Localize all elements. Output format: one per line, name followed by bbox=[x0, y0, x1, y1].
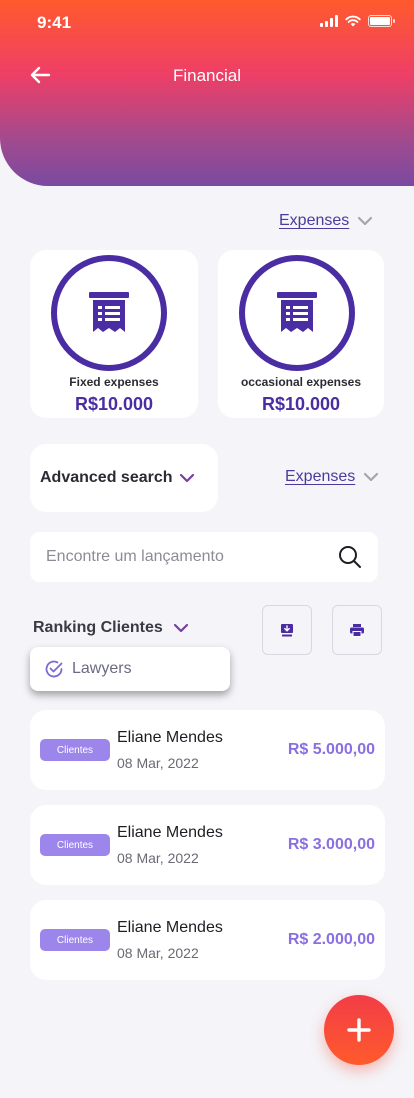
search-bar bbox=[30, 532, 378, 582]
wifi-icon bbox=[345, 15, 361, 27]
status-time: 9:41 bbox=[37, 13, 72, 32]
printer-icon bbox=[350, 623, 364, 637]
plus-icon bbox=[347, 1018, 371, 1042]
option-label: Lawyers bbox=[72, 660, 132, 677]
search-icon[interactable] bbox=[338, 545, 362, 569]
transaction-row[interactable]: Clientes Eliane Mendes 08 Mar, 2022 R$ 2… bbox=[30, 900, 385, 980]
search-input[interactable] bbox=[46, 548, 338, 566]
expenses-type-label: Expenses bbox=[285, 468, 356, 485]
receipt-icon bbox=[277, 292, 317, 332]
transaction-row[interactable]: Clientes Eliane Mendes 08 Mar, 2022 R$ 5… bbox=[30, 710, 385, 790]
chevron-down-icon bbox=[173, 623, 188, 633]
transaction-amount: R$ 5.000,00 bbox=[287, 741, 375, 758]
ranking-label: Ranking Clientes bbox=[33, 619, 163, 636]
occasional-expenses-card[interactable]: occasional expenses R$10.000 bbox=[218, 250, 384, 418]
card-amount: R$10.000 bbox=[74, 394, 154, 414]
transaction-row[interactable]: Clientes Eliane Mendes 08 Mar, 2022 R$ 3… bbox=[30, 805, 385, 885]
print-button[interactable] bbox=[332, 605, 382, 655]
check-circle-icon bbox=[45, 660, 63, 678]
fixed-expenses-card[interactable]: Fixed expenses R$10.000 bbox=[30, 250, 198, 418]
client-name: Eliane Mendes bbox=[117, 729, 223, 746]
transaction-amount: R$ 2.000,00 bbox=[287, 931, 375, 948]
client-name: Eliane Mendes bbox=[117, 824, 223, 841]
transaction-date: 08 Mar, 2022 bbox=[117, 850, 199, 866]
category-tag: Clientes bbox=[40, 929, 110, 951]
add-button[interactable] bbox=[324, 995, 394, 1065]
transaction-date: 08 Mar, 2022 bbox=[117, 755, 199, 771]
expenses-type-dropdown[interactable]: Expenses bbox=[285, 468, 379, 486]
card-amount: R$10.000 bbox=[261, 394, 341, 414]
chevron-down-icon bbox=[179, 473, 194, 483]
receipt-icon bbox=[89, 292, 129, 332]
card-label: occasional expenses bbox=[240, 375, 362, 389]
advanced-search-dropdown[interactable]: Advanced search bbox=[30, 444, 218, 512]
category-tag: Clientes bbox=[40, 834, 110, 856]
page-title: Financial bbox=[172, 66, 242, 85]
signal-icon bbox=[320, 15, 338, 27]
chevron-down-icon bbox=[364, 472, 379, 482]
expenses-filter-label: Expenses bbox=[279, 212, 350, 229]
receipt-badge bbox=[51, 255, 167, 371]
category-tag: Clientes bbox=[40, 739, 110, 761]
ranking-option-lawyers[interactable]: Lawyers bbox=[30, 647, 230, 691]
ranking-clientes-dropdown[interactable]: Ranking Clientes bbox=[33, 619, 189, 637]
advanced-search-label: Advanced search bbox=[40, 469, 173, 486]
card-label: Fixed expenses bbox=[69, 375, 159, 389]
status-icons bbox=[320, 15, 395, 27]
battery-icon bbox=[368, 15, 395, 27]
client-name: Eliane Mendes bbox=[117, 919, 223, 936]
transaction-amount: R$ 3.000,00 bbox=[287, 836, 375, 853]
receipt-badge bbox=[239, 255, 355, 371]
download-icon bbox=[281, 624, 293, 637]
transaction-date: 08 Mar, 2022 bbox=[117, 945, 199, 961]
expenses-filter-dropdown[interactable]: Expenses bbox=[279, 212, 373, 230]
chevron-down-icon bbox=[358, 216, 373, 226]
download-button[interactable] bbox=[262, 605, 312, 655]
header-banner: 9:41 Financial bbox=[0, 0, 414, 186]
